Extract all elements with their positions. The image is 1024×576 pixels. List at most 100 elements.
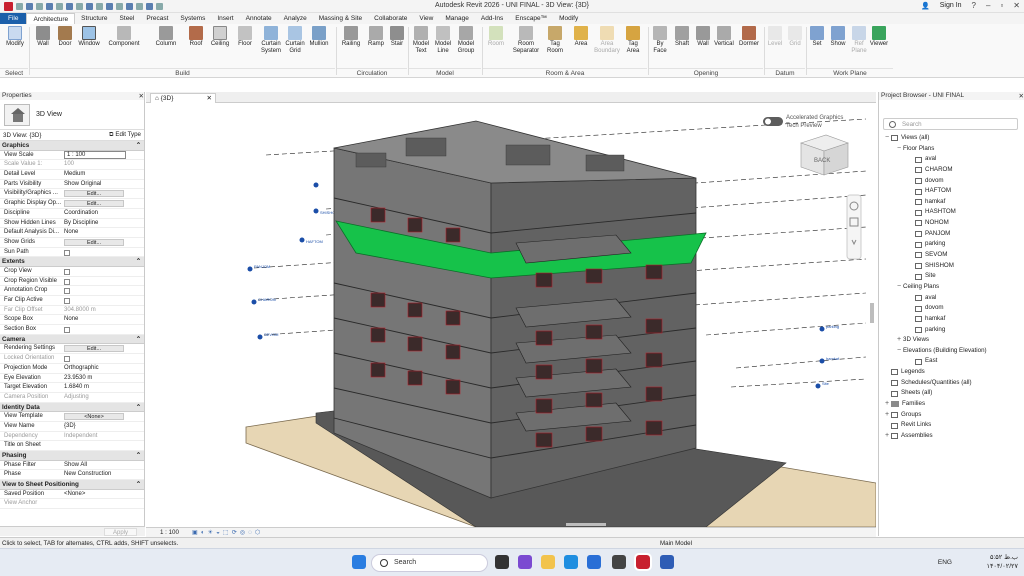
level-button[interactable]: Level <box>766 26 784 48</box>
minimize-button[interactable]: – <box>986 1 990 10</box>
collapse-icon[interactable]: ⌃ <box>136 335 141 344</box>
browser-tree-item[interactable]: PANJOM <box>879 229 1024 240</box>
property-value[interactable]: 23.9530 m <box>64 375 92 381</box>
revit-app-icon[interactable] <box>4 1 13 11</box>
wall-button[interactable]: Wall <box>34 26 52 48</box>
tab-analyze[interactable]: Analyze <box>278 13 313 24</box>
view-cube[interactable]: BACK <box>800 134 849 176</box>
shaft-button[interactable]: Shaft <box>672 26 692 48</box>
tab-view[interactable]: View <box>413 13 439 24</box>
browser-tree-item[interactable]: +3D Views <box>879 335 1024 346</box>
property-value[interactable]: Orthographic <box>64 365 99 371</box>
thin-lines-icon[interactable] <box>136 2 143 10</box>
collapse-icon[interactable]: − <box>895 282 903 293</box>
curtain-system-button[interactable]: Curtain System <box>258 26 284 55</box>
property-value[interactable]: Coordination <box>64 210 98 216</box>
opening-wall-button[interactable]: Wall <box>694 26 712 48</box>
instance-label[interactable]: 3D View: {3D} <box>3 132 41 139</box>
railing-button[interactable]: Railing <box>340 26 362 48</box>
collapse-icon[interactable]: − <box>895 346 903 357</box>
window[interactable] <box>645 264 663 280</box>
property-section-header[interactable]: Extents ⌃ <box>0 257 144 267</box>
modify-button[interactable]: Modify <box>4 26 26 48</box>
property-edit-button[interactable]: <None> <box>64 413 124 421</box>
browser-tree-item[interactable]: Schedules/Quantities (all) <box>879 378 1024 389</box>
browser-tree-item[interactable]: parking <box>879 239 1024 250</box>
tab-massing-site[interactable]: Massing & Site <box>313 13 368 24</box>
clock-time[interactable]: ۵:۵۲ ب.ظ <box>986 553 1018 562</box>
horizontal-scrollbar[interactable] <box>566 523 606 526</box>
area-boundary-button[interactable]: Area Boundary <box>594 26 620 55</box>
stair-button[interactable]: Stair <box>388 26 406 48</box>
browser-tree-item[interactable]: + Families <box>879 399 1024 410</box>
door-button[interactable]: Door <box>56 26 74 48</box>
property-section-header[interactable]: View to Sheet Positioning ⌃ <box>0 480 144 490</box>
window[interactable] <box>535 330 553 346</box>
dimension-icon[interactable] <box>86 2 93 10</box>
browser-tree-item[interactable]: East <box>879 356 1024 367</box>
sign-in-link[interactable]: Sign In <box>940 2 962 9</box>
open-icon[interactable] <box>16 2 23 10</box>
property-value[interactable]: <None> <box>64 491 85 497</box>
stair-core[interactable] <box>505 144 551 166</box>
close-tab-icon[interactable]: ✕ <box>207 94 215 103</box>
collapse-icon[interactable]: − <box>895 144 903 155</box>
property-value[interactable]: 1.6840 m <box>64 384 89 390</box>
browser-tree-item[interactable]: − Elevations (Building Elevation) <box>879 346 1024 357</box>
property-value[interactable]: By Discipline <box>64 220 98 226</box>
drawing-viewport[interactable]: SHISHOM HAFTOM PANJOM CHAROM SEVOM parki… <box>146 103 876 527</box>
browser-tree-item[interactable]: parking <box>879 325 1024 336</box>
window[interactable] <box>407 370 423 386</box>
window[interactable] <box>407 217 423 233</box>
property-checkbox[interactable] <box>64 268 70 275</box>
grid-button[interactable]: Grid <box>786 26 804 48</box>
tab-precast[interactable]: Precast <box>140 13 174 24</box>
level-head-icon[interactable] <box>247 266 253 272</box>
property-value[interactable]: {3D} <box>64 423 76 429</box>
language-indicator[interactable]: ENG <box>938 558 952 567</box>
vertical-scrollbar[interactable] <box>870 303 874 323</box>
tab-enscape[interactable]: Enscape™ <box>509 13 553 24</box>
model-line-button[interactable]: Model Line <box>432 26 454 55</box>
tab-architecture[interactable]: Architecture <box>26 13 76 24</box>
property-edit-button[interactable]: Edit... <box>64 345 124 353</box>
3d-view-icon[interactable] <box>116 2 123 10</box>
collapse-icon[interactable]: ⌃ <box>136 451 141 460</box>
close-icon[interactable]: ✕ <box>139 92 144 100</box>
property-value[interactable]: None <box>64 316 78 322</box>
browser-tree-item[interactable]: HAFTOM <box>879 186 1024 197</box>
window[interactable] <box>645 352 663 368</box>
property-edit-button[interactable]: Edit... <box>64 238 124 246</box>
window[interactable] <box>535 364 553 380</box>
property-value[interactable]: None <box>64 229 78 235</box>
browser-tree-item[interactable]: Site <box>879 271 1024 282</box>
model-canvas[interactable]: SHISHOM HAFTOM PANJOM CHAROM SEVOM parki… <box>146 103 876 527</box>
by-face-button[interactable]: By Face <box>650 26 670 55</box>
start-icon[interactable] <box>352 555 366 569</box>
window[interactable] <box>645 386 663 402</box>
stair-core[interactable] <box>405 137 447 157</box>
component-button[interactable]: Component <box>106 26 142 48</box>
window[interactable] <box>445 379 461 395</box>
dormer-button[interactable]: Dormer <box>736 26 762 48</box>
property-section-header[interactable]: Graphics ⌃ <box>0 141 144 151</box>
browser-tree-item[interactable]: dovom <box>879 176 1024 187</box>
tab-manage[interactable]: Manage <box>439 13 475 24</box>
property-checkbox[interactable] <box>64 278 70 285</box>
tab-file[interactable]: File <box>0 13 27 24</box>
user-icon[interactable]: 👤 <box>921 2 930 10</box>
browser-tree-item[interactable]: − Floor Plans <box>879 144 1024 155</box>
vertical-button[interactable]: Vertical <box>712 26 736 48</box>
tab-systems[interactable]: Systems <box>174 13 211 24</box>
property-checkbox[interactable] <box>64 288 70 295</box>
browser-tree-item[interactable]: SHISHOM <box>879 261 1024 272</box>
measure-icon[interactable] <box>76 2 83 10</box>
window[interactable] <box>645 420 663 436</box>
file-explorer-icon[interactable] <box>541 555 555 569</box>
level-head-icon[interactable] <box>313 182 319 188</box>
expand-icon[interactable]: + <box>895 335 903 346</box>
expand-icon[interactable]: + <box>883 431 891 442</box>
tab-insert[interactable]: Insert <box>211 13 239 24</box>
browser-tree-item[interactable]: − Ceiling Plans <box>879 282 1024 293</box>
undo-icon[interactable] <box>46 2 53 10</box>
